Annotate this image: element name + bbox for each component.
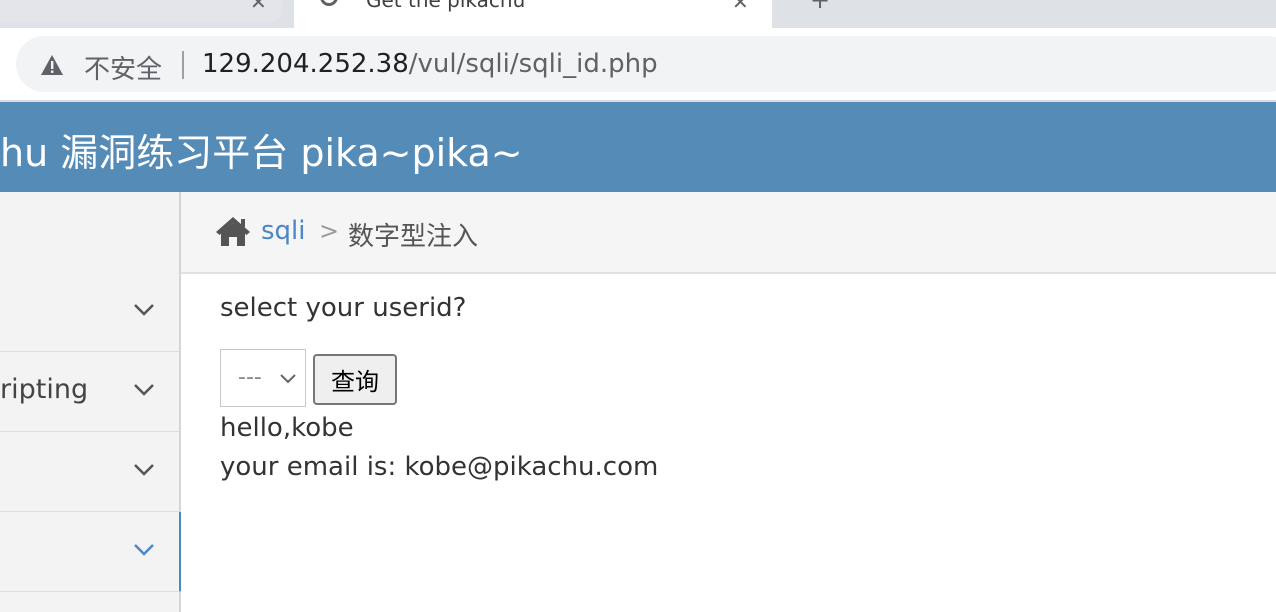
url-host: 129.204.252.38 bbox=[202, 49, 409, 79]
sidebar-item-xss[interactable]: ripting bbox=[0, 352, 179, 432]
url-text[interactable]: 129.204.252.38/vul/sqli/sqli_id.php bbox=[202, 49, 658, 79]
url-path: /vul/sqli/sqli_id.php bbox=[408, 49, 658, 79]
address-bar[interactable]: 不安全 129.204.252.38/vul/sqli/sqli_id.php bbox=[16, 36, 1276, 92]
not-secure-label[interactable]: 不安全 bbox=[84, 49, 162, 86]
tab-close-icon[interactable]: ✕ bbox=[732, 0, 749, 14]
site-title[interactable]: hu 漏洞练习平台 pika~pika~ bbox=[0, 122, 523, 177]
chevron-down-icon bbox=[134, 544, 154, 556]
chevron-down-icon bbox=[134, 464, 154, 476]
omnibox-divider bbox=[182, 51, 184, 79]
sidebar-item[interactable] bbox=[0, 272, 179, 352]
breadcrumb-current: 数字型注入 bbox=[348, 222, 479, 252]
chevron-down-icon bbox=[134, 304, 154, 316]
tab-close-icon[interactable]: ✕ bbox=[250, 0, 267, 14]
browser-tab-previous[interactable]: ✕ bbox=[0, 0, 282, 22]
sidebar-item[interactable] bbox=[0, 432, 179, 512]
home-icon bbox=[216, 217, 250, 246]
result-greeting: hello,kobe bbox=[220, 413, 354, 443]
breadcrumb-link-sqli[interactable]: sqli bbox=[261, 216, 306, 246]
browser-toolbar: 不安全 129.204.252.38/vul/sqli/sqli_id.php bbox=[0, 28, 1276, 102]
sidebar-item-active[interactable] bbox=[0, 512, 182, 592]
breadcrumb: sqli > 数字型注入 bbox=[181, 192, 1276, 274]
tab-title: Get the pikachu bbox=[366, 0, 526, 12]
breadcrumb-separator-icon: > bbox=[319, 217, 340, 245]
browser-tab-strip: ✕ Get the pikachu ✕ + bbox=[0, 0, 1276, 28]
main-content: select your userid? --- 查询 hello,kobe yo… bbox=[181, 274, 1276, 612]
userid-prompt: select your userid? bbox=[220, 293, 467, 323]
result-email: your email is: kobe@pikachu.com bbox=[220, 452, 659, 482]
warning-icon[interactable] bbox=[40, 54, 64, 76]
browser-tab-active[interactable]: Get the pikachu ✕ bbox=[294, 0, 772, 28]
new-tab-area: + bbox=[774, 0, 1276, 28]
site-header: hu 漏洞练习平台 pika~pika~ bbox=[0, 102, 1276, 192]
query-button[interactable]: 查询 bbox=[313, 354, 397, 405]
chevron-down-icon bbox=[280, 374, 296, 384]
chevron-down-icon bbox=[134, 384, 154, 396]
sidebar: ripting bbox=[0, 192, 182, 612]
sidebar-item-label: ripting bbox=[0, 374, 89, 405]
userid-select[interactable]: --- bbox=[220, 349, 306, 407]
globe-icon bbox=[320, 0, 338, 6]
userid-select-value: --- bbox=[238, 365, 262, 390]
new-tab-plus-icon[interactable]: + bbox=[810, 0, 830, 14]
